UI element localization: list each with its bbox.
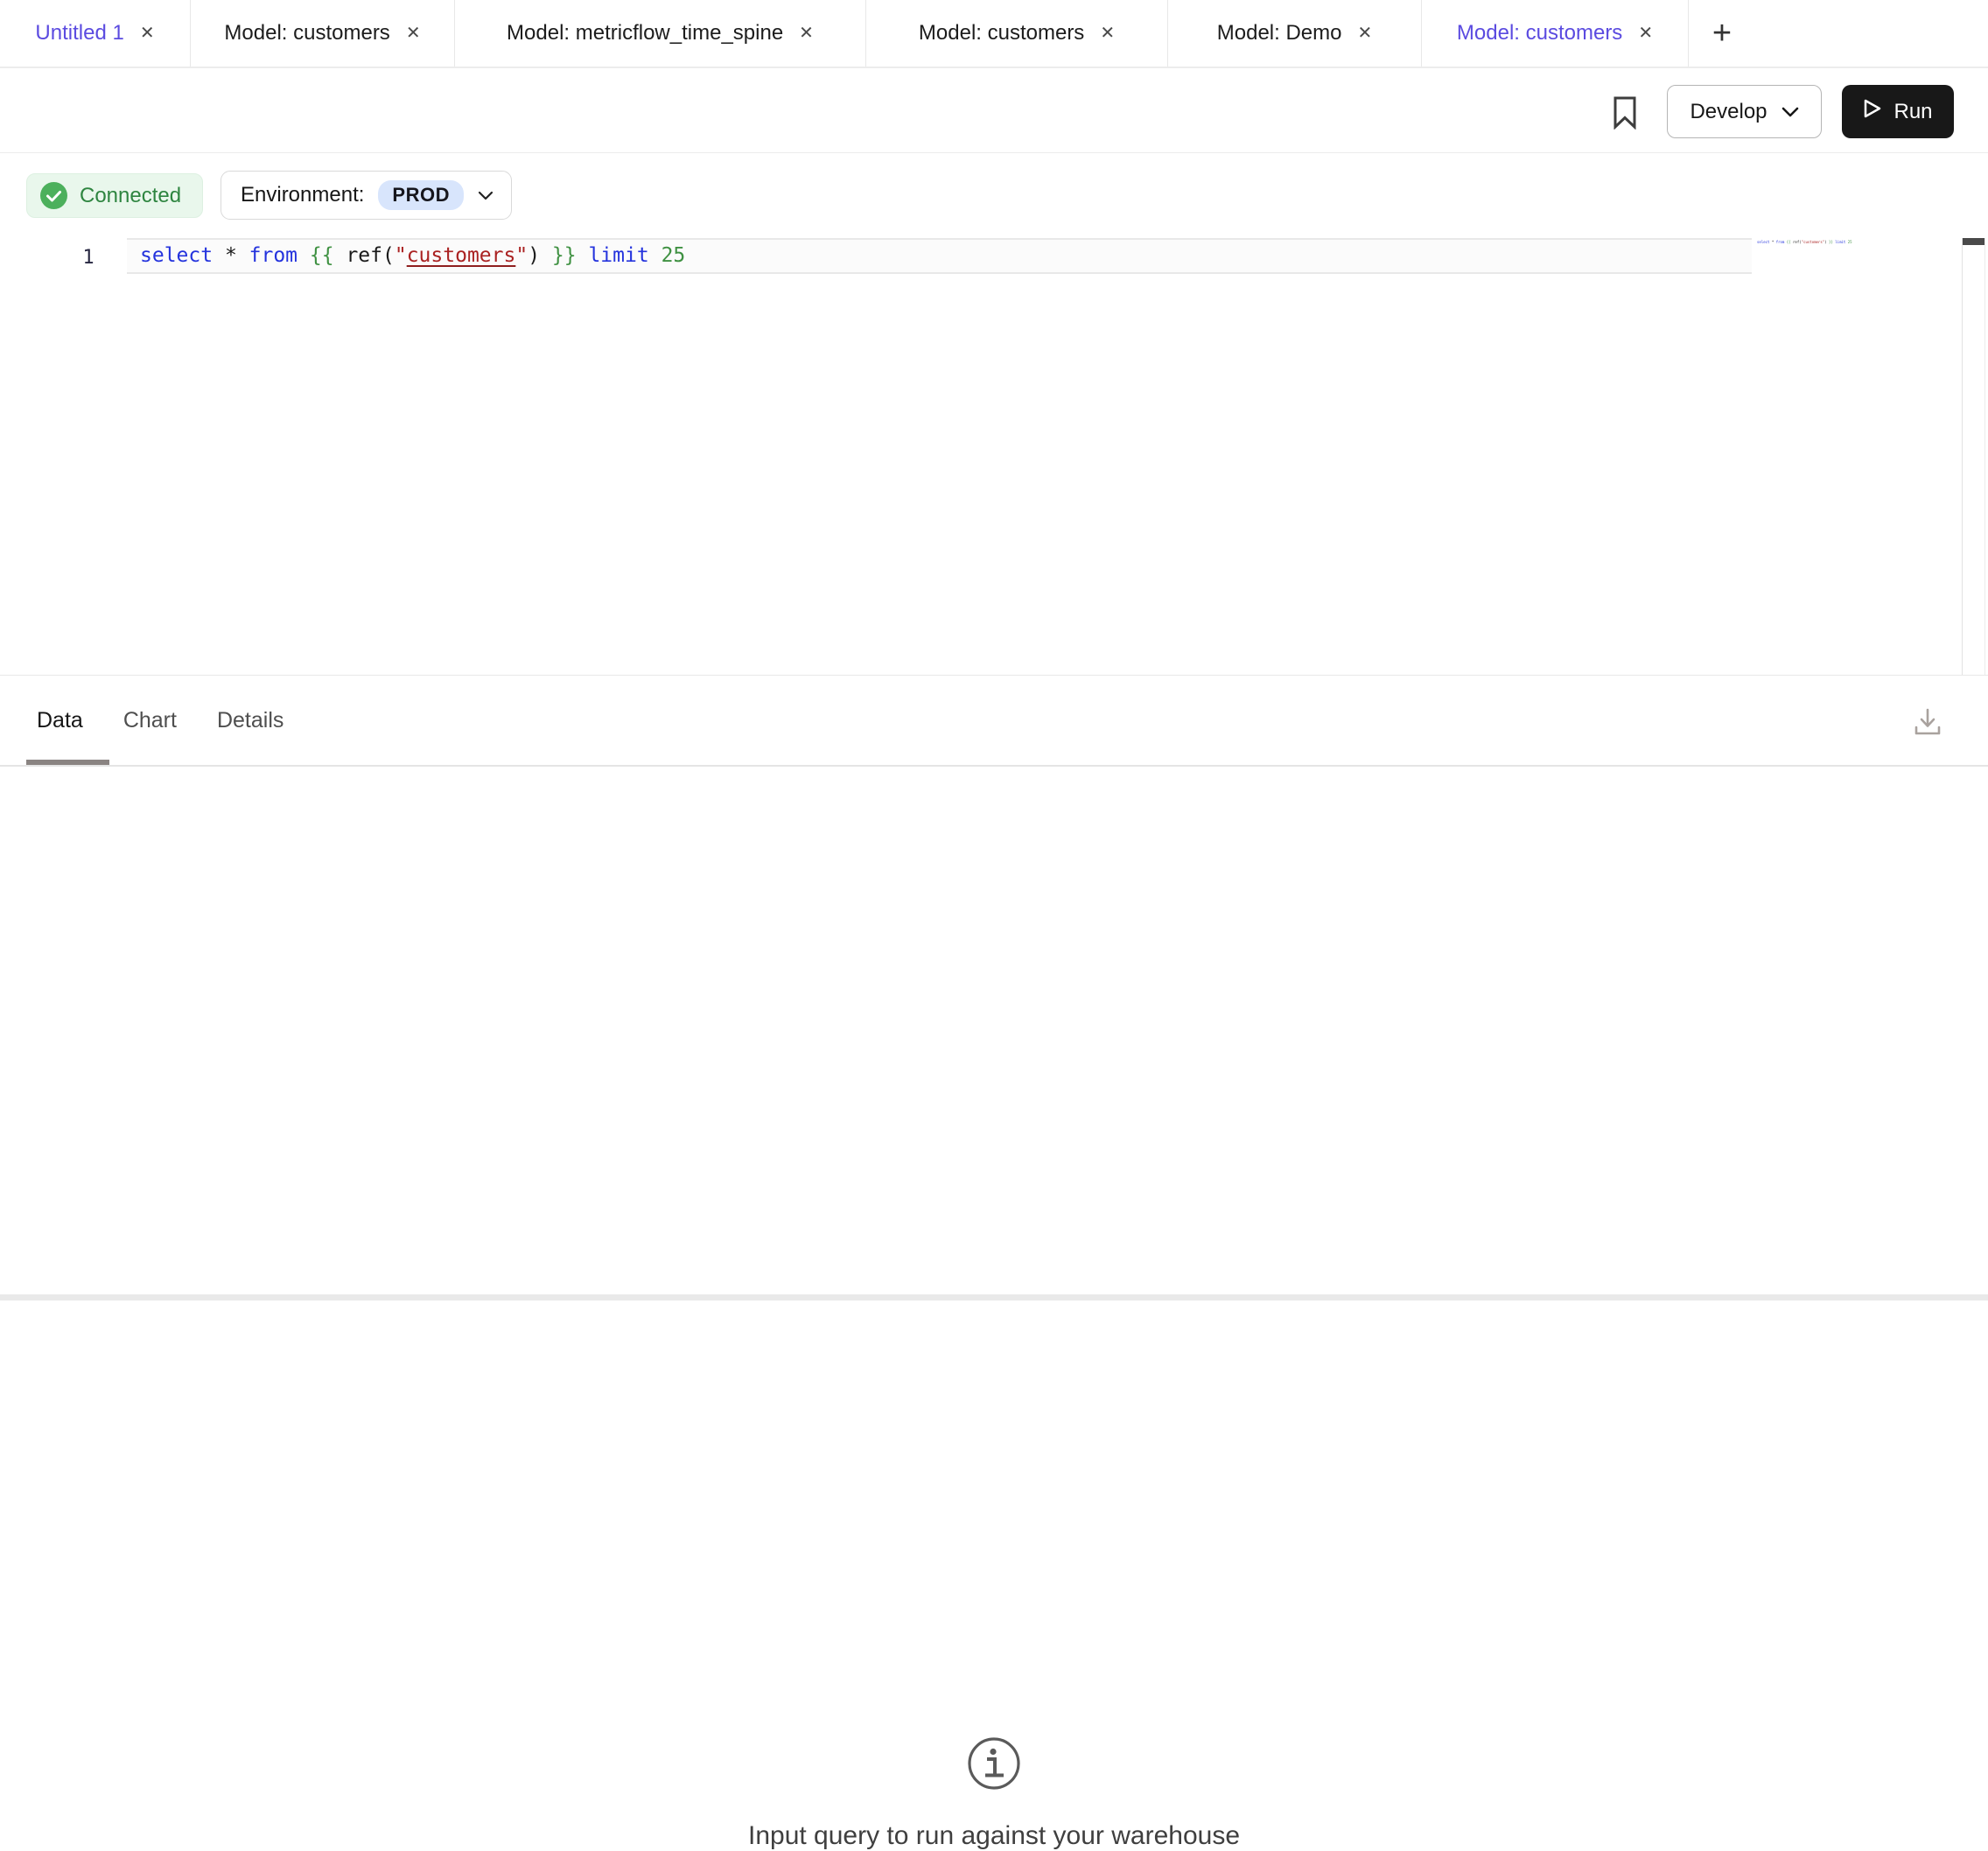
code-token: * bbox=[213, 244, 249, 267]
close-icon[interactable]: ✕ bbox=[1357, 25, 1372, 42]
status-row: Connected Environment: PROD bbox=[0, 153, 1988, 221]
code-token: " bbox=[395, 244, 407, 267]
tab-details[interactable]: Details bbox=[217, 708, 284, 733]
close-icon[interactable]: ✕ bbox=[799, 25, 814, 42]
code-token: }} bbox=[552, 244, 577, 267]
ref-model-link[interactable]: customers bbox=[407, 244, 516, 267]
develop-dropdown-button[interactable]: Develop bbox=[1667, 85, 1822, 138]
play-icon bbox=[1863, 98, 1882, 125]
tab-model-metricflow-time-spine[interactable]: Model: metricflow_time_spine ✕ bbox=[455, 0, 866, 67]
results-tabs: Data Chart Details bbox=[37, 676, 284, 766]
editor-tab-bar: Untitled 1 ✕ Model: customers ✕ Model: m… bbox=[0, 0, 1988, 68]
sql-editor[interactable]: 1 select * from {{ ref("customers") }} l… bbox=[0, 221, 1988, 675]
code-token bbox=[577, 244, 589, 267]
tab-label: Model: customers bbox=[224, 21, 389, 46]
environment-selector[interactable]: Environment: PROD bbox=[220, 171, 512, 220]
tab-model-customers-2[interactable]: Model: customers ✕ bbox=[866, 0, 1168, 67]
environment-value-pill: PROD bbox=[378, 180, 464, 210]
code-token bbox=[334, 244, 346, 267]
code-token: ref( bbox=[346, 244, 394, 267]
editor-minimap[interactable]: select * from {{ ref("customers") }} lim… bbox=[1757, 239, 1852, 245]
connection-status-badge: Connected bbox=[26, 173, 203, 218]
develop-label: Develop bbox=[1690, 100, 1767, 124]
close-icon[interactable]: ✕ bbox=[406, 25, 421, 42]
tab-label: Untitled 1 bbox=[35, 21, 123, 46]
code-token: from bbox=[249, 244, 298, 267]
empty-state-message: Input query to run against your warehous… bbox=[0, 1821, 1988, 1851]
code-token: limit bbox=[588, 244, 648, 267]
close-icon[interactable]: ✕ bbox=[1638, 25, 1653, 42]
check-circle-icon bbox=[39, 181, 68, 210]
environment-label: Environment: bbox=[241, 183, 364, 207]
tab-chart[interactable]: Chart bbox=[123, 708, 177, 733]
tab-label: Model: metricflow_time_spine bbox=[507, 21, 783, 46]
run-label: Run bbox=[1894, 100, 1932, 124]
tab-model-customers-3[interactable]: Model: customers ✕ bbox=[1422, 0, 1689, 67]
tab-model-demo[interactable]: Model: Demo ✕ bbox=[1168, 0, 1422, 67]
bookmark-icon[interactable] bbox=[1613, 96, 1637, 130]
active-tab-underline bbox=[26, 760, 109, 765]
scrollbar-thumb[interactable] bbox=[1963, 238, 1984, 245]
code-line[interactable]: select * from {{ ref("customers") }} lim… bbox=[140, 240, 685, 272]
code-token bbox=[298, 244, 310, 267]
line-number: 1 bbox=[75, 242, 102, 274]
toolbar: Develop Run bbox=[0, 68, 1988, 153]
results-empty-state: Input query to run against your warehous… bbox=[0, 767, 1988, 1294]
code-token bbox=[649, 244, 662, 267]
code-token: " bbox=[515, 244, 528, 267]
download-icon[interactable] bbox=[1910, 705, 1945, 740]
tab-untitled-1[interactable]: Untitled 1 ✕ bbox=[0, 0, 191, 67]
tab-label: Model: customers bbox=[919, 21, 1084, 46]
code-token: 25 bbox=[662, 244, 686, 267]
results-panel-header: Data Chart Details bbox=[0, 675, 1988, 767]
tab-data[interactable]: Data bbox=[37, 708, 83, 733]
run-button[interactable]: Run bbox=[1842, 85, 1954, 138]
info-icon bbox=[967, 1736, 1021, 1791]
bottom-edge-strip bbox=[0, 1294, 1988, 1301]
tab-label: Model: customers bbox=[1457, 21, 1622, 46]
code-token: select bbox=[140, 244, 213, 267]
chevron-down-icon bbox=[478, 183, 494, 207]
tab-label: Model: Demo bbox=[1217, 21, 1342, 46]
chevron-down-icon bbox=[1782, 100, 1799, 124]
new-tab-button[interactable]: + bbox=[1689, 0, 1755, 67]
code-token: ) bbox=[528, 244, 552, 267]
close-icon[interactable]: ✕ bbox=[140, 25, 155, 42]
tab-model-customers-1[interactable]: Model: customers ✕ bbox=[191, 0, 455, 67]
plus-icon: + bbox=[1712, 15, 1732, 53]
close-icon[interactable]: ✕ bbox=[1100, 25, 1115, 42]
connected-label: Connected bbox=[80, 184, 181, 208]
code-token: {{ bbox=[310, 244, 334, 267]
editor-scrollbar[interactable] bbox=[1962, 238, 1985, 675]
